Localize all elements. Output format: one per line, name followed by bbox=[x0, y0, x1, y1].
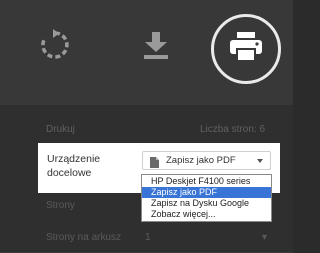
print-toolbar bbox=[0, 0, 293, 105]
printer-icon bbox=[229, 31, 263, 67]
destination-select[interactable]: Zapisz jako PDF bbox=[142, 151, 271, 170]
destination-option[interactable]: Zapisz na Dysku Google bbox=[142, 198, 271, 209]
chevron-down-icon bbox=[257, 159, 263, 163]
chevron-down-icon: ▾ bbox=[262, 232, 268, 243]
destination-option[interactable]: Zobacz więcej... bbox=[142, 209, 271, 220]
pages-label: Strony bbox=[46, 200, 75, 211]
destination-dropdown: HP Deskjet F4100 series Zapisz jako PDF … bbox=[141, 174, 272, 222]
destination-selected-value: Zapisz jako PDF bbox=[166, 155, 236, 166]
refresh-button[interactable] bbox=[34, 26, 76, 68]
destination-option[interactable]: HP Deskjet F4100 series bbox=[142, 176, 271, 187]
print-button[interactable] bbox=[211, 14, 281, 84]
refresh-icon bbox=[38, 28, 72, 67]
sheet-count: Liczba stron: 6 bbox=[200, 124, 266, 135]
print-heading: Drukuj bbox=[46, 124, 75, 135]
pages-per-sheet-label: Strony na arkusz bbox=[46, 232, 122, 243]
destination-option[interactable]: Zapisz jako PDF bbox=[142, 187, 271, 198]
download-button[interactable] bbox=[134, 26, 178, 68]
destination-label: Urządzenie docelowe bbox=[47, 153, 101, 179]
pages-per-sheet-select[interactable]: 1 bbox=[145, 232, 151, 243]
download-icon bbox=[143, 30, 169, 65]
document-icon bbox=[150, 155, 159, 168]
